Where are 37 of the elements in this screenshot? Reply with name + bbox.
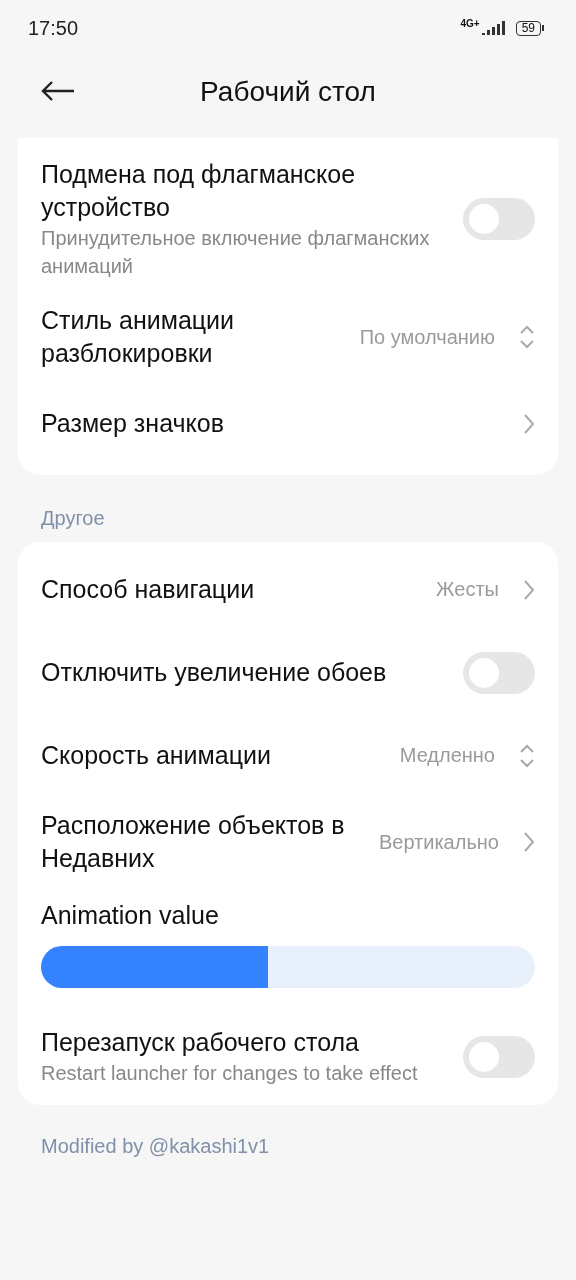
section-header: Другое (41, 507, 105, 529)
setting-row[interactable]: Способ навигации Жесты (18, 548, 558, 631)
clock: 17:50 (28, 16, 80, 40)
setting-title: Расположение объектов в Недавних (41, 810, 346, 874)
setting-row[interactable]: Стиль анимации разблокировки По умолчанию (18, 292, 558, 382)
setting-title: Отключить увеличение обоев (41, 657, 388, 688)
chevron-right-icon (523, 831, 535, 853)
setting-value: Вертикально (378, 830, 499, 854)
setting-row[interactable]: Расположение объектов в Недавних Вертикально (18, 797, 558, 887)
up-down-icon (519, 742, 535, 769)
setting-row[interactable]: Скорость анимации Медленно (18, 714, 558, 797)
setting-description: Restart launcher for changes to take effect (41, 1061, 419, 1086)
setting-row[interactable]: Размер значков (18, 382, 558, 465)
page-title: Рабочий стол (200, 76, 376, 108)
setting-title: Стиль анимации разблокировки (41, 305, 236, 369)
toggle-switch[interactable] (463, 651, 535, 694)
setting-title: Перезапуск рабочего стола (41, 1027, 360, 1058)
network-type: 4G+ (460, 18, 480, 29)
toggle-switch[interactable] (463, 1035, 535, 1078)
setting-value: Медленно (399, 744, 495, 767)
slider[interactable] (41, 946, 535, 988)
chevron-right-icon (523, 412, 535, 435)
setting-title: Способ навигации (41, 574, 256, 605)
setting-title: Размер значков (41, 408, 225, 439)
setting-title: Animation value (41, 901, 219, 929)
setting-value: Жесты (436, 578, 499, 601)
footer-credit: Modified by @kakashi1v1 (41, 1135, 270, 1157)
signal-icon (481, 21, 506, 35)
battery-icon: 59 (515, 20, 544, 36)
chevron-right-icon (523, 578, 535, 601)
back-arrow-icon[interactable] (40, 80, 76, 102)
up-down-icon (519, 324, 535, 350)
setting-value: По умолчанию (359, 325, 495, 349)
setting-title: Подмена под флагманское устройство (41, 159, 357, 223)
setting-title: Скорость анимации (41, 740, 272, 771)
toggle-switch[interactable] (463, 198, 535, 240)
setting-description: Принудительное включение флагманских анимаций (41, 226, 431, 279)
